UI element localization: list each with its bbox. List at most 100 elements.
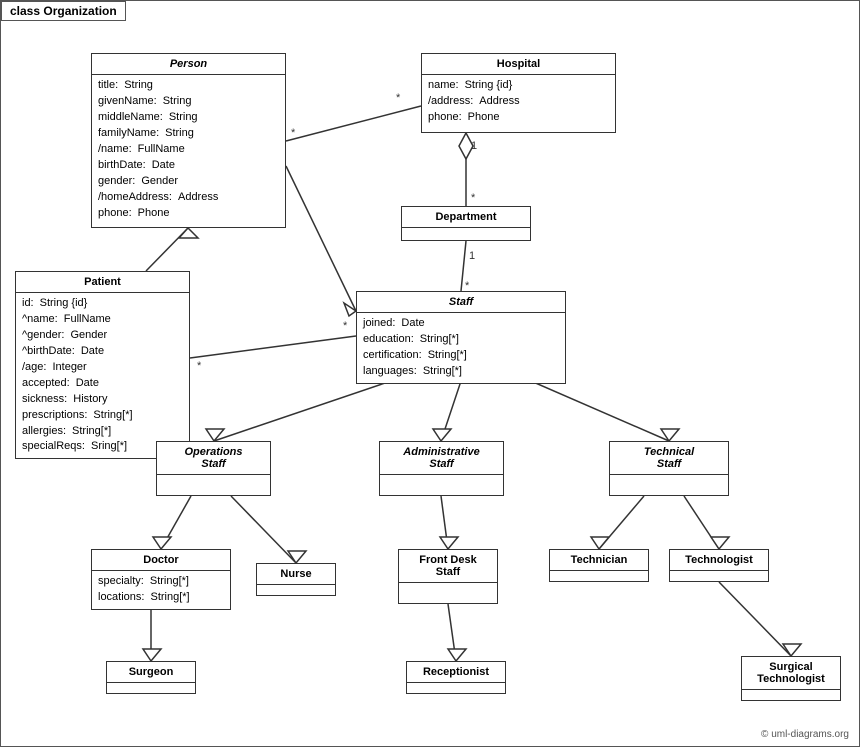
attr-name: givenName: [98,94,157,110]
attr-row: middleName: String [98,110,279,126]
attr-name: languages: [363,364,417,380]
uml-class-person: Persontitle:StringgivenName:Stringmiddle… [91,53,286,228]
attr-row: id:String {id} [22,296,183,312]
attr-row: /age: Integer [22,360,183,376]
attr-row: /name:FullName [98,142,279,158]
class-header-department: Department [402,207,530,228]
svg-text:*: * [471,192,476,204]
svg-text:1: 1 [469,250,475,262]
attr-name: /homeAddress: [98,190,172,206]
attr-row: phone:Phone [428,110,609,126]
attr-name: phone: [98,206,132,222]
svg-text:*: * [396,92,401,104]
attr-type: Address [178,190,218,206]
attr-name: ^birthDate: [22,344,75,360]
uml-class-technologist: Technologist [669,549,769,582]
attr-row: phone:Phone [98,206,279,222]
uml-class-hospital: Hospital name:String {id}/address: Address… [421,53,616,133]
attr-type: String [169,110,198,126]
uml-class-front_desk_staff: Front DeskStaff [398,549,498,604]
attr-type: String[*] [423,364,462,380]
attr-type: String[*] [72,424,111,440]
attr-row: ^gender: Gender [22,328,183,344]
attr-name: joined: [363,316,395,332]
attr-type: String[*] [150,590,189,606]
attr-name: allergies: [22,424,66,440]
uml-class-doctor: Doctorspecialty:String[*]locations:Strin… [91,549,231,610]
attr-type: Date [81,344,104,360]
class-header-surgeon: Surgeon [107,662,195,683]
attr-row: name:String {id} [428,78,609,94]
class-body-staff: joined:Dateeducation:String[*]certificat… [357,313,565,383]
attr-name: familyName: [98,126,159,142]
attr-name: ^name: [22,312,58,328]
attr-type: FullName [138,142,185,158]
attr-type: Gender [141,174,178,190]
attr-row: /address: Address [428,94,609,110]
attr-type: String {id} [465,78,513,94]
class-header-operations_staff: OperationsStaff [157,442,270,475]
uml-class-department: Department [401,206,531,241]
attr-type: String [165,126,194,142]
attr-name: /age: [22,360,46,376]
uml-class-receptionist: Receptionist [406,661,506,694]
class-header-surgical_technologist: SurgicalTechnologist [742,657,840,690]
attr-type: FullName [64,312,111,328]
uml-class-nurse: Nurse [256,563,336,596]
class-header-hospital: Hospital [422,54,615,75]
attr-row: prescriptions: String[*] [22,408,183,424]
attr-name: gender: [98,174,135,190]
class-body-hospital: name:String {id}/address: Addressphone:Ph… [422,75,615,129]
copyright: © uml-diagrams.org [761,729,849,740]
diagram-title: class Organization [1,1,126,21]
attr-type: Date [401,316,424,332]
attr-row: ^birthDate: Date [22,344,183,360]
attr-row: education:String[*] [363,332,559,348]
attr-type: String [124,78,153,94]
class-body-doctor: specialty:String[*]locations:String[*] [92,571,230,609]
attr-row: languages: String[*] [363,364,559,380]
attr-type: Sring[*] [91,439,127,455]
uml-class-patient: Patient id:String {id}^name: FullName^gend… [15,271,190,459]
attr-name: title: [98,78,118,94]
attr-row: ^name: FullName [22,312,183,328]
class-header-receptionist: Receptionist [407,662,505,683]
attr-name: specialReqs: [22,439,85,455]
class-header-patient: Patient [16,272,189,293]
class-body-patient: id:String {id}^name: FullName^gender: Gend… [16,293,189,458]
svg-text:1: 1 [471,140,477,152]
attr-name: prescriptions: [22,408,87,424]
uml-class-administrative_staff: AdministrativeStaff [379,441,504,496]
class-header-technical_staff: TechnicalStaff [610,442,728,475]
attr-type: Gender [70,328,107,344]
attr-row: specialty: String[*] [98,574,224,590]
attr-name: ^gender: [22,328,64,344]
attr-row: allergies: String[*] [22,424,183,440]
attr-type: String [163,94,192,110]
attr-type: String[*] [150,574,189,590]
attr-name: /address: [428,94,473,110]
attr-type: String[*] [420,332,459,348]
attr-type: History [73,392,107,408]
uml-class-operations_staff: OperationsStaff [156,441,271,496]
attr-name: sickness: [22,392,67,408]
attr-type: Address [479,94,519,110]
attr-type: Integer [52,360,86,376]
class-header-administrative_staff: AdministrativeStaff [380,442,503,475]
attr-name: accepted: [22,376,70,392]
attr-name: birthDate: [98,158,146,174]
class-header-technician: Technician [550,550,648,571]
attr-row: sickness: History [22,392,183,408]
attr-row: title: String [98,78,279,94]
class-header-staff: Staff [357,292,565,313]
uml-class-staff: Staffjoined:Dateeducation:String[*]certi… [356,291,566,384]
attr-name: middleName: [98,110,163,126]
attr-name: phone: [428,110,462,126]
attr-name: specialty: [98,574,144,590]
attr-name: id: [22,296,34,312]
uml-class-surgeon: Surgeon [106,661,196,694]
attr-row: joined: Date [363,316,559,332]
attr-type: String[*] [93,408,132,424]
class-body-person: title:StringgivenName:StringmiddleName:S… [92,75,285,224]
attr-type: String[*] [428,348,467,364]
